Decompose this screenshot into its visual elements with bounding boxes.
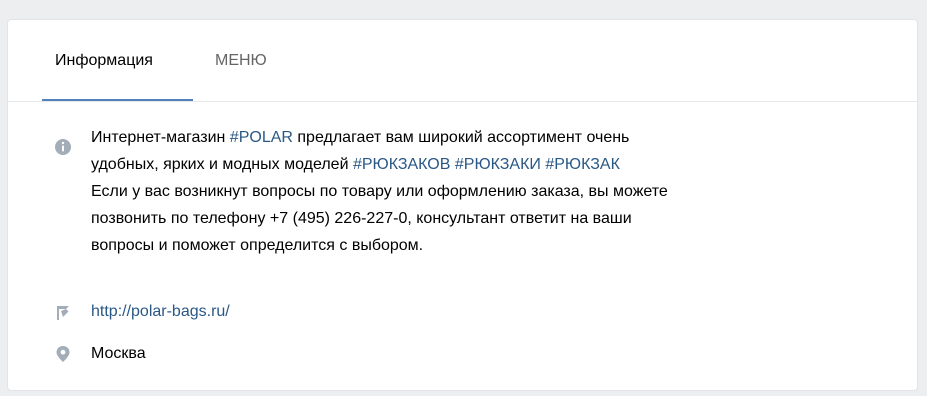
description-line-2: удобных, ярких и модных моделей #РЮКЗАКО… xyxy=(91,156,620,173)
hashtag-rukzaki[interactable]: #РЮКЗАКИ xyxy=(455,156,541,173)
link-arrow-icon xyxy=(57,306,69,320)
location-pin-icon xyxy=(56,346,70,362)
hashtag-rukzakov[interactable]: #РЮКЗАКОВ xyxy=(353,156,450,173)
city-label: Москва xyxy=(91,345,146,362)
active-tab-indicator xyxy=(42,99,193,101)
description-line-5: вопросы и поможет определится с выбором. xyxy=(91,237,424,254)
tab-menu[interactable]: МЕНЮ xyxy=(215,51,267,71)
hashtag-polar[interactable]: #POLAR xyxy=(230,129,293,146)
info-card: Информация МЕНЮ Интернет-магазин #POLAR … xyxy=(7,19,918,391)
website-link[interactable]: http://polar-bags.ru/ xyxy=(91,302,230,322)
info-icon xyxy=(55,139,71,155)
hashtag-rukzak[interactable]: #РЮКЗАК xyxy=(545,156,620,173)
description-line-3: Если у вас возникнут вопросы по товару и… xyxy=(91,183,668,200)
description-line-4: позвонить по телефону +7 (495) 226-227-0… xyxy=(91,210,632,227)
description-text: Интернет-магазин #POLAR предлагает вам ш… xyxy=(91,124,881,259)
description-line-1: Интернет-магазин #POLAR предлагает вам ш… xyxy=(91,129,630,146)
tab-bar: Информация МЕНЮ xyxy=(8,20,917,102)
tab-information[interactable]: Информация xyxy=(55,51,153,71)
